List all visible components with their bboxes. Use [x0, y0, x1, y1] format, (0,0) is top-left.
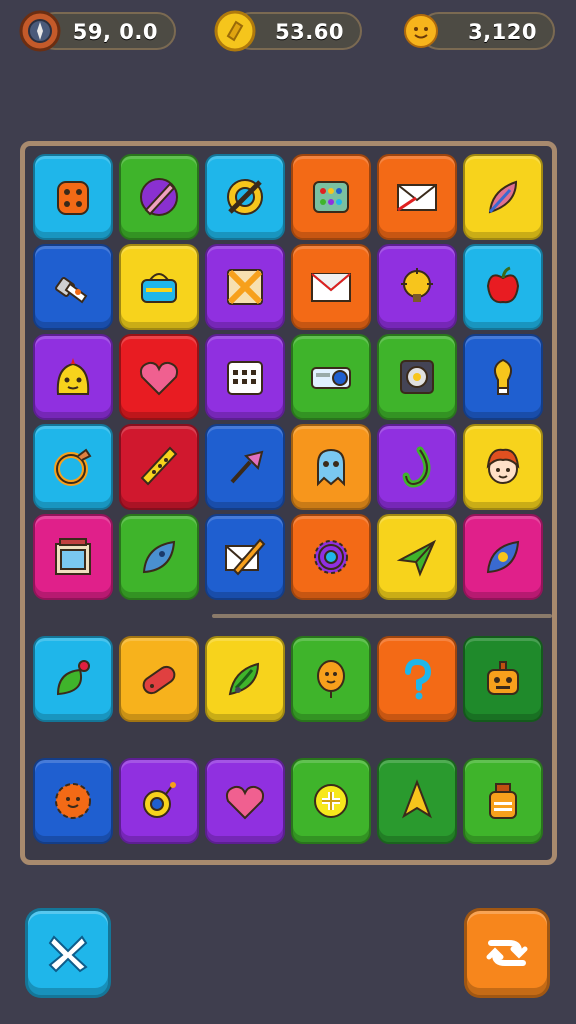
berry-leaf-icon — [46, 652, 100, 706]
tile[interactable] — [119, 154, 199, 240]
tile[interactable] — [377, 424, 457, 510]
close-button[interactable] — [25, 908, 111, 998]
tile[interactable] — [291, 636, 371, 722]
feather-icon — [476, 170, 530, 224]
tile[interactable] — [377, 758, 457, 844]
tile[interactable] — [205, 514, 285, 600]
tile[interactable] — [119, 334, 199, 420]
game-board — [20, 141, 557, 865]
tile[interactable] — [205, 334, 285, 420]
heart-icon — [218, 774, 272, 828]
tile[interactable] — [119, 424, 199, 510]
resource-bar: 59, 0.0 53.60 3,120 — [0, 0, 576, 70]
tile[interactable] — [205, 758, 285, 844]
mail-icon — [304, 260, 358, 314]
tile[interactable] — [377, 244, 457, 330]
arrow-up-icon — [390, 774, 444, 828]
tile[interactable] — [205, 154, 285, 240]
tile[interactable] — [291, 154, 371, 240]
crossed-pencils-icon — [218, 260, 272, 314]
sun-coin-icon — [400, 10, 442, 52]
girl-face-icon — [476, 440, 530, 494]
tile[interactable] — [33, 244, 113, 330]
heart-icon — [132, 350, 186, 404]
tile[interactable] — [463, 244, 543, 330]
cog-icon — [304, 530, 358, 584]
tile[interactable] — [33, 154, 113, 240]
tile[interactable] — [377, 514, 457, 600]
tile[interactable] — [377, 154, 457, 240]
tile[interactable] — [33, 514, 113, 600]
tile[interactable] — [291, 758, 371, 844]
tile[interactable] — [205, 636, 285, 722]
balloon-face-icon — [304, 652, 358, 706]
tile[interactable] — [33, 636, 113, 722]
tile[interactable] — [463, 424, 543, 510]
tile[interactable] — [463, 514, 543, 600]
shuffle-icon — [479, 925, 535, 981]
tile[interactable] — [33, 758, 113, 844]
calendar-icon — [218, 350, 272, 404]
tile[interactable] — [291, 334, 371, 420]
plus-coin-icon — [304, 774, 358, 828]
dice-icon — [46, 170, 100, 224]
diamond-gem-icon — [476, 530, 530, 584]
gold-coin-icon — [214, 10, 256, 52]
compass-value: 59, 0.0 — [72, 20, 158, 44]
tile[interactable] — [377, 334, 457, 420]
dart-icon — [218, 440, 272, 494]
sausage-icon — [132, 652, 186, 706]
tile[interactable] — [33, 334, 113, 420]
frame-icon — [46, 530, 100, 584]
envelope-icon — [390, 170, 444, 224]
paper-plane-icon — [390, 530, 444, 584]
tile[interactable] — [119, 758, 199, 844]
gear-bulb-icon — [390, 260, 444, 314]
tile[interactable] — [33, 424, 113, 510]
color-palette-icon — [304, 170, 358, 224]
tile[interactable] — [119, 514, 199, 600]
projector-icon — [304, 350, 358, 404]
tile[interactable] — [291, 424, 371, 510]
apple-icon — [476, 260, 530, 314]
chick-face-icon — [46, 350, 100, 404]
pencil-envelope-icon — [218, 530, 272, 584]
tile[interactable] — [119, 636, 199, 722]
board-divider — [212, 614, 552, 618]
tile[interactable] — [463, 334, 543, 420]
jar-icon — [476, 774, 530, 828]
leaf-icon — [132, 530, 186, 584]
shuffle-button[interactable] — [464, 908, 550, 998]
pen-disc-icon — [132, 170, 186, 224]
tile[interactable] — [119, 244, 199, 330]
tile[interactable] — [291, 514, 371, 600]
tile[interactable] — [205, 244, 285, 330]
tile[interactable] — [377, 636, 457, 722]
speaker-icon — [390, 350, 444, 404]
close-icon — [40, 925, 96, 981]
tile[interactable] — [205, 424, 285, 510]
compass-coin-icon — [19, 10, 61, 52]
question-icon — [390, 652, 444, 706]
tile[interactable] — [463, 758, 543, 844]
bulb-icon — [476, 350, 530, 404]
tile[interactable] — [291, 244, 371, 330]
bomb-icon — [132, 774, 186, 828]
ghost-icon — [304, 440, 358, 494]
crossed-ring-icon — [218, 170, 272, 224]
lunch-box-icon — [132, 260, 186, 314]
flute-icon — [132, 440, 186, 494]
usb-key-icon — [46, 260, 100, 314]
sun-value: 3,120 — [468, 20, 537, 44]
seed-icon — [218, 652, 272, 706]
sun-face-icon — [46, 774, 100, 828]
tile[interactable] — [463, 636, 543, 722]
robot-icon — [476, 652, 530, 706]
gold-value: 53.60 — [275, 20, 344, 44]
tile[interactable] — [463, 154, 543, 240]
hook-icon — [390, 440, 444, 494]
ring-icon — [46, 440, 100, 494]
